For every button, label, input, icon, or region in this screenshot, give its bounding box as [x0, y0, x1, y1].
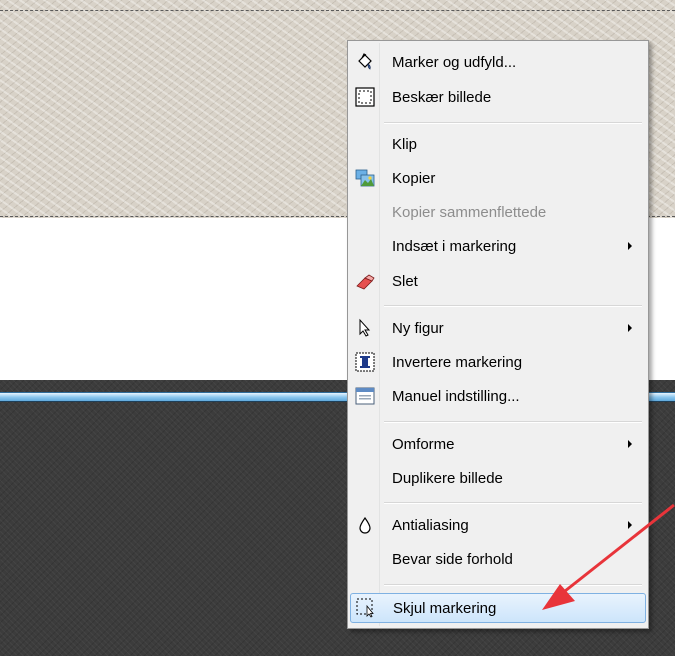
droplet-icon [355, 515, 375, 535]
menu-item-label: Marker og udfyld... [392, 54, 517, 71]
menu-item-label: Indsæt i markering [392, 238, 517, 255]
menu-item-label: Invertere markering [392, 354, 523, 371]
menu-separator [384, 122, 642, 124]
menu-item-label: Ny figur [392, 320, 444, 337]
menu-item-label: Manuel indstilling... [392, 388, 520, 405]
menu-item-label: Kopier sammenflettede [392, 204, 547, 221]
menu-item-cut[interactable]: Klip [350, 131, 646, 158]
menu-item-label: Klip [392, 136, 418, 153]
menu-separator [384, 584, 642, 586]
copy-image-icon [355, 168, 375, 188]
menu-item-copy-merged: Kopier sammenflettede [350, 199, 646, 226]
dialog-window-icon [355, 386, 375, 406]
menu-item-delete[interactable]: Slet [350, 268, 646, 295]
menu-item-new-shape[interactable]: Ny figur [350, 315, 646, 342]
menu-separator [384, 502, 642, 504]
menu-separator [384, 305, 642, 307]
menu-item-label: Duplikere billede [392, 470, 503, 487]
submenu-arrow-icon [628, 521, 632, 529]
menu-item-keep-aspect-ratio[interactable]: Bevar side forhold [350, 546, 646, 573]
menu-item-duplicate-image[interactable]: Duplikere billede [350, 465, 646, 492]
selection-marquee-top [0, 10, 675, 11]
invert-selection-icon [355, 352, 375, 372]
context-menu: Marker og udfyld... Beskær billede Klip … [347, 40, 649, 629]
menu-item-label: Antialiasing [392, 517, 469, 534]
menu-item-crop-image[interactable]: Beskær billede [350, 84, 646, 111]
paint-bucket-icon [355, 52, 375, 72]
cursor-icon [355, 318, 375, 338]
menu-item-manual-settings[interactable]: Manuel indstilling... [350, 383, 646, 410]
menu-item-label: Slet [392, 273, 418, 290]
menu-item-label: Skjul markering [393, 600, 497, 617]
menu-item-invert-selection[interactable]: Invertere markering [350, 349, 646, 376]
submenu-arrow-icon [628, 440, 632, 448]
menu-item-label: Bevar side forhold [392, 551, 513, 568]
menu-item-copy[interactable]: Kopier [350, 165, 646, 192]
menu-separator [384, 421, 642, 423]
menu-item-hide-selection[interactable]: Skjul markering [350, 593, 646, 623]
submenu-arrow-icon [628, 242, 632, 250]
eraser-icon [355, 271, 375, 291]
menu-item-select-and-fill[interactable]: Marker og udfyld... [350, 49, 646, 76]
crop-selection-icon [355, 87, 375, 107]
menu-item-paste-into-selection[interactable]: Indsæt i markering [350, 233, 646, 260]
hide-selection-icon [356, 598, 376, 618]
menu-item-label: Beskær billede [392, 89, 492, 106]
menu-item-label: Kopier [392, 170, 436, 187]
menu-item-transform[interactable]: Omforme [350, 431, 646, 458]
menu-item-label: Omforme [392, 436, 455, 453]
submenu-arrow-icon [628, 324, 632, 332]
menu-item-antialiasing[interactable]: Antialiasing [350, 512, 646, 539]
